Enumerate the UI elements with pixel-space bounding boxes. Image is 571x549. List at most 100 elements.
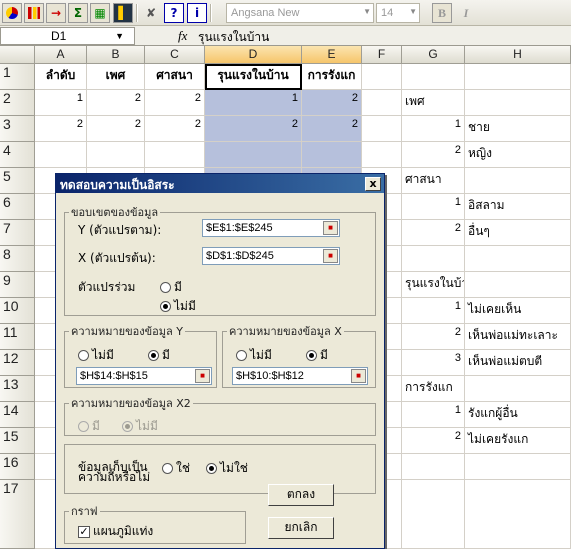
frequency-no-radio[interactable]: ไม่ใช่ xyxy=(206,459,248,478)
grid-cell[interactable] xyxy=(35,142,87,168)
name-box[interactable]: D1 ▼ xyxy=(0,27,135,45)
column-header-d[interactable]: D xyxy=(205,46,302,64)
value-label-cell[interactable]: เห็นพ่อแม่ตบตี xyxy=(465,350,571,376)
value-label-cell[interactable]: อื่นๆ xyxy=(465,220,571,246)
font-size-combo[interactable]: 14 ▼ xyxy=(376,3,420,23)
row-header[interactable]: 4 xyxy=(0,142,35,168)
help-icon[interactable]: ? xyxy=(164,3,184,23)
chart-bars-icon[interactable]: ▌ xyxy=(113,3,133,23)
range-picker-icon[interactable]: ■ xyxy=(323,249,338,263)
code-cell[interactable]: 1 xyxy=(402,402,465,428)
data-cell[interactable]: 2 xyxy=(205,116,302,142)
grid-cell[interactable] xyxy=(465,64,571,90)
data-cell[interactable]: 2 xyxy=(87,116,145,142)
row-header[interactable]: 13 xyxy=(0,376,35,402)
grid-cell[interactable] xyxy=(145,142,205,168)
header-cell[interactable]: ศาสนา xyxy=(145,64,205,90)
grid-cell[interactable] xyxy=(302,142,362,168)
grid-cell[interactable] xyxy=(465,168,571,194)
tools-icon[interactable]: ✘ xyxy=(141,3,161,23)
row-header[interactable]: 1 xyxy=(0,64,35,90)
data-cell[interactable]: 2 xyxy=(302,90,362,116)
code-cell[interactable]: 1 xyxy=(402,116,465,142)
row-header[interactable]: 2 xyxy=(0,90,35,116)
row-header[interactable]: 17 xyxy=(0,480,35,549)
grid-cell[interactable] xyxy=(362,90,402,116)
row-header[interactable]: 10 xyxy=(0,298,35,324)
row-header[interactable]: 9 xyxy=(0,272,35,298)
header-cell[interactable]: เพศ xyxy=(87,64,145,90)
y-meaning-no-radio[interactable]: ไม่มี xyxy=(78,346,114,365)
formula-input[interactable]: รุนแรงในบ้าน xyxy=(198,28,269,47)
value-label-cell[interactable]: หญิง xyxy=(465,142,571,168)
row-header[interactable]: 12 xyxy=(0,350,35,376)
value-label-cell[interactable]: อิสลาม xyxy=(465,194,571,220)
corner-select-all[interactable] xyxy=(0,46,35,64)
italic-button[interactable]: I xyxy=(456,3,476,23)
row-header[interactable]: 15 xyxy=(0,428,35,454)
row-header[interactable]: 6 xyxy=(0,194,35,220)
grid-cell[interactable] xyxy=(465,272,571,298)
x-meaning-field[interactable]: $H$10:$H$12 ■ xyxy=(232,367,368,385)
value-label-cell[interactable]: ไม่เคยเห็น xyxy=(465,298,571,324)
row-header[interactable]: 16 xyxy=(0,454,35,480)
row-header[interactable]: 7 xyxy=(0,220,35,246)
y-range-field[interactable]: $E$1:$E$245 ■ xyxy=(202,219,340,237)
x-range-field[interactable]: $D$1:$D$245 ■ xyxy=(202,247,340,265)
column-header-c[interactable]: C xyxy=(145,46,205,64)
code-cell[interactable]: 2 xyxy=(402,220,465,246)
grid-cell[interactable] xyxy=(362,142,402,168)
value-label-cell[interactable]: ชาย xyxy=(465,116,571,142)
column-header-f[interactable]: F xyxy=(362,46,402,64)
covariate-no-radio[interactable]: ไม่มี xyxy=(160,297,196,316)
column-header-g[interactable]: G xyxy=(402,46,465,64)
grid-cell[interactable] xyxy=(362,116,402,142)
column-header-h[interactable]: H xyxy=(465,46,571,64)
grid-cell[interactable] xyxy=(402,246,465,272)
data-cell[interactable]: 1 xyxy=(35,90,87,116)
value-label-cell[interactable]: ไม่เคยรังแก xyxy=(465,428,571,454)
header-cell[interactable]: การรังแก xyxy=(302,64,362,90)
data-cell[interactable]: 2 xyxy=(302,116,362,142)
grid-cell[interactable] xyxy=(205,142,302,168)
pie-chart-icon[interactable] xyxy=(2,3,22,23)
grid-cell[interactable] xyxy=(465,480,571,549)
y-meaning-field[interactable]: $H$14:$H$15 ■ xyxy=(76,367,212,385)
column-header-e[interactable]: E xyxy=(302,46,362,64)
code-cell[interactable]: 3 xyxy=(402,350,465,376)
grid-cell[interactable] xyxy=(362,64,402,90)
data-cell[interactable]: 2 xyxy=(145,90,205,116)
data-cell[interactable]: 2 xyxy=(87,90,145,116)
code-cell[interactable]: 1 xyxy=(402,194,465,220)
row-header[interactable]: 8 xyxy=(0,246,35,272)
code-cell[interactable]: 2 xyxy=(402,142,465,168)
grid-cell[interactable] xyxy=(402,454,465,480)
grid-cell[interactable] xyxy=(465,454,571,480)
grid-cell[interactable] xyxy=(465,90,571,116)
grid-cell[interactable] xyxy=(87,142,145,168)
row-header[interactable]: 5 xyxy=(0,168,35,194)
range-picker-icon[interactable]: ■ xyxy=(323,221,338,235)
bar-chart-checkbox[interactable]: ✓ แผนภูมิแท่ง xyxy=(78,522,153,541)
data-cell[interactable]: 2 xyxy=(145,116,205,142)
data-cell[interactable]: 2 xyxy=(35,116,87,142)
info-icon[interactable]: i xyxy=(187,3,207,23)
label-cell[interactable]: เพศ xyxy=(402,90,465,116)
row-header[interactable]: 3 xyxy=(0,116,35,142)
header-cell[interactable]: ลำดับ xyxy=(35,64,87,90)
value-label-cell[interactable]: เห็นพ่อแม่ทะเลาะ xyxy=(465,324,571,350)
grid-cell[interactable] xyxy=(402,480,465,549)
frequency-yes-radio[interactable]: ใช่ xyxy=(162,459,190,478)
code-cell[interactable]: 2 xyxy=(402,324,465,350)
label-cell[interactable]: การรังแก xyxy=(402,376,465,402)
grid-cell[interactable] xyxy=(465,246,571,272)
range-picker-icon[interactable]: ■ xyxy=(195,369,210,383)
label-cell[interactable]: ศาสนา xyxy=(402,168,465,194)
y-meaning-yes-radio[interactable]: มี xyxy=(148,346,170,365)
value-label-cell[interactable]: รังแกผู้อื่น xyxy=(465,402,571,428)
column-header-b[interactable]: B xyxy=(87,46,145,64)
arrow-right-icon[interactable]: → xyxy=(46,3,66,23)
x-meaning-yes-radio[interactable]: มี xyxy=(306,346,328,365)
code-cell[interactable]: 2 xyxy=(402,428,465,454)
code-cell[interactable]: 1 xyxy=(402,298,465,324)
